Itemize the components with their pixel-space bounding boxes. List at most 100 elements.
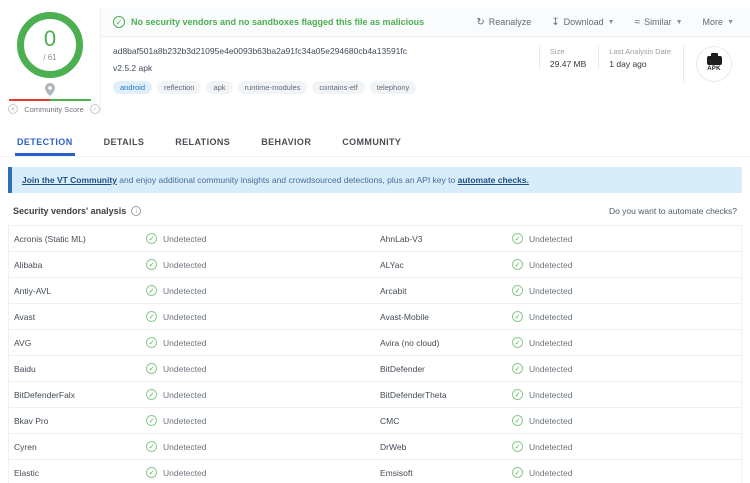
undetected-check-icon: ✓ [512,415,523,426]
undetected-check-icon: ✓ [146,233,157,244]
vendor-name: AVG [14,337,32,348]
tab-details[interactable]: DETAILS [102,128,147,156]
vendor-status: ✓ Undetected [512,467,736,478]
chevron-down-icon: ▼ [727,18,734,26]
tag-telephony[interactable]: telephony [369,81,417,94]
undetected-check-icon: ✓ [512,259,523,270]
vendor-status: ✓ Undetected [512,389,736,400]
tag-android[interactable]: android [113,81,153,94]
verdict-text: No security vendors and no sandboxes fla… [131,17,425,27]
analysis-title: Security vendors' analysis [13,206,127,216]
tag-reflection[interactable]: reflection [157,81,202,94]
table-row: Alibaba ✓ Undetected ALYac ✓ Undetected [9,252,741,278]
undetected-check-icon: ✓ [146,259,157,270]
vendor-status: ✓ Undetected [512,233,736,244]
tab-detection[interactable]: DETECTION [15,128,75,156]
automate-checks-question[interactable]: Do you want to automate checks? [609,206,737,216]
last-analysis-label: Last Analysis Date [609,47,671,56]
vendor-cell: Baidu ✓ Undetected [9,356,375,381]
join-vt-community-link[interactable]: Join the VT Community [22,175,117,185]
vendor-status: ✓ Undetected [512,441,736,452]
apk-filetype-icon: APK [696,46,732,82]
file-report-header: 0 / 61 ✕ Community Score ✓ ✓ No security… [0,0,750,114]
tabs: DETECTION DETAILS RELATIONS BEHAVIOR COMMUNI… [0,128,750,157]
undetected-check-icon: ✓ [146,415,157,426]
undetected-check-icon: ✓ [512,337,523,348]
file-identity: ad8baf501a8b232b3d21095e4e0093b63ba2a91f… [113,46,417,94]
reanalyze-icon: ↻ [476,16,485,28]
vendor-status-text: Undetected [529,337,573,348]
check-circle-icon: ✓ [113,16,125,28]
vendor-status-text: Undetected [163,363,207,374]
tag-contains-elf[interactable]: contains-elf [312,81,365,94]
vendor-name: BitDefenderTheta [380,389,447,400]
vendor-status-text: Undetected [163,311,207,322]
vendor-status: ✓ Undetected [512,259,736,270]
vt-community-banner: Join the VT Community and enjoy addition… [8,167,742,193]
vendor-cell: Avira (no cloud) ✓ Undetected [375,330,741,355]
vendor-status-text: Undetected [529,389,573,400]
downvote-icon[interactable]: ✕ [8,104,18,114]
vendor-status: ✓ Undetected [146,337,370,348]
vendor-cell: BitDefender ✓ Undetected [375,356,741,381]
vendor-cell: BitDefenderFalx ✓ Undetected [9,382,375,407]
info-icon[interactable]: i [131,206,142,216]
vendor-name: Avast [14,311,36,322]
vendor-analysis-table: Acronis (Static ML) ✓ Undetected AhnLab-V3 ✓… [8,225,742,483]
vendor-name: BitDefenderFalx [14,389,75,400]
reanalyze-button[interactable]: ↻ Reanalyze [476,17,531,28]
vendor-name: Cyren [14,441,37,452]
undetected-check-icon: ✓ [512,363,523,374]
vendor-name: Bkav Pro [14,415,49,426]
more-button[interactable]: More ▼ [703,17,734,27]
download-button[interactable]: ↧ Download ▼ [551,17,614,28]
vendor-status-text: Undetected [163,285,207,296]
vendor-status: ✓ Undetected [146,233,370,244]
undetected-check-icon: ✓ [146,467,157,478]
chevron-down-icon: ▼ [607,18,615,26]
table-row: Bkav Pro ✓ Undetected CMC ✓ Undetected [9,408,741,434]
similar-button[interactable]: ≈ Similar ▼ [635,17,683,28]
tag-apk[interactable]: apk [206,81,233,94]
vendor-status-text: Undetected [163,441,207,452]
vendor-status-text: Undetected [529,311,573,322]
vendor-cell: AhnLab-V3 ✓ Undetected [375,226,741,251]
undetected-check-icon: ✓ [512,311,523,322]
analysis-title-wrap: Security vendors' analysis i [13,206,142,216]
vendor-status-text: Undetected [163,233,207,244]
tag-runtime-modules[interactable]: runtime-modules [237,81,308,94]
tab-community[interactable]: COMMUNITY [340,128,403,156]
vendor-status: ✓ Undetected [146,389,370,400]
vendor-status-text: Undetected [529,467,573,478]
undetected-check-icon: ✓ [146,311,157,322]
vendor-status: ✓ Undetected [512,415,736,426]
last-analysis-value: 1 day ago [609,59,647,69]
undetected-check-icon: ✓ [146,285,157,296]
community-score-bar-negative [9,99,50,101]
undetected-check-icon: ✓ [146,337,157,348]
vendor-cell: Avast ✓ Undetected [9,304,375,329]
vendor-cell: Antiy-AVL ✓ Undetected [9,278,375,303]
filetype-badge-text: APK [707,66,721,72]
community-score-marker [8,83,92,97]
banner-middle-text: and enjoy additional community insights … [116,175,458,185]
vendor-status-text: Undetected [529,259,573,270]
vendor-status-text: Undetected [163,415,207,426]
download-label: Download [563,17,604,27]
undetected-check-icon: ✓ [512,467,523,478]
vendor-status-text: Undetected [163,259,207,270]
vendor-status-text: Undetected [529,285,573,296]
analysis-header: Security vendors' analysis i Do you want… [8,193,742,225]
upvote-icon[interactable]: ✓ [89,104,100,114]
vendor-cell: Acronis (Static ML) ✓ Undetected [9,226,375,251]
vendor-status-text: Undetected [163,389,207,400]
tab-behavior[interactable]: BEHAVIOR [259,128,313,156]
reanalyze-label: Reanalyze [488,17,532,27]
vendor-name: Antiy-AVL [14,285,52,296]
detection-score-circle: 0 / 61 [17,12,83,78]
automate-checks-link[interactable]: automate checks. [458,175,529,185]
table-row: Baidu ✓ Undetected BitDefender ✓ Undetected [9,356,741,382]
verdict-row: ✓ No security vendors and no sandboxes f… [101,8,750,37]
tab-relations[interactable]: RELATIONS [173,128,232,156]
vendor-name: Avast-Mobile [380,311,429,322]
